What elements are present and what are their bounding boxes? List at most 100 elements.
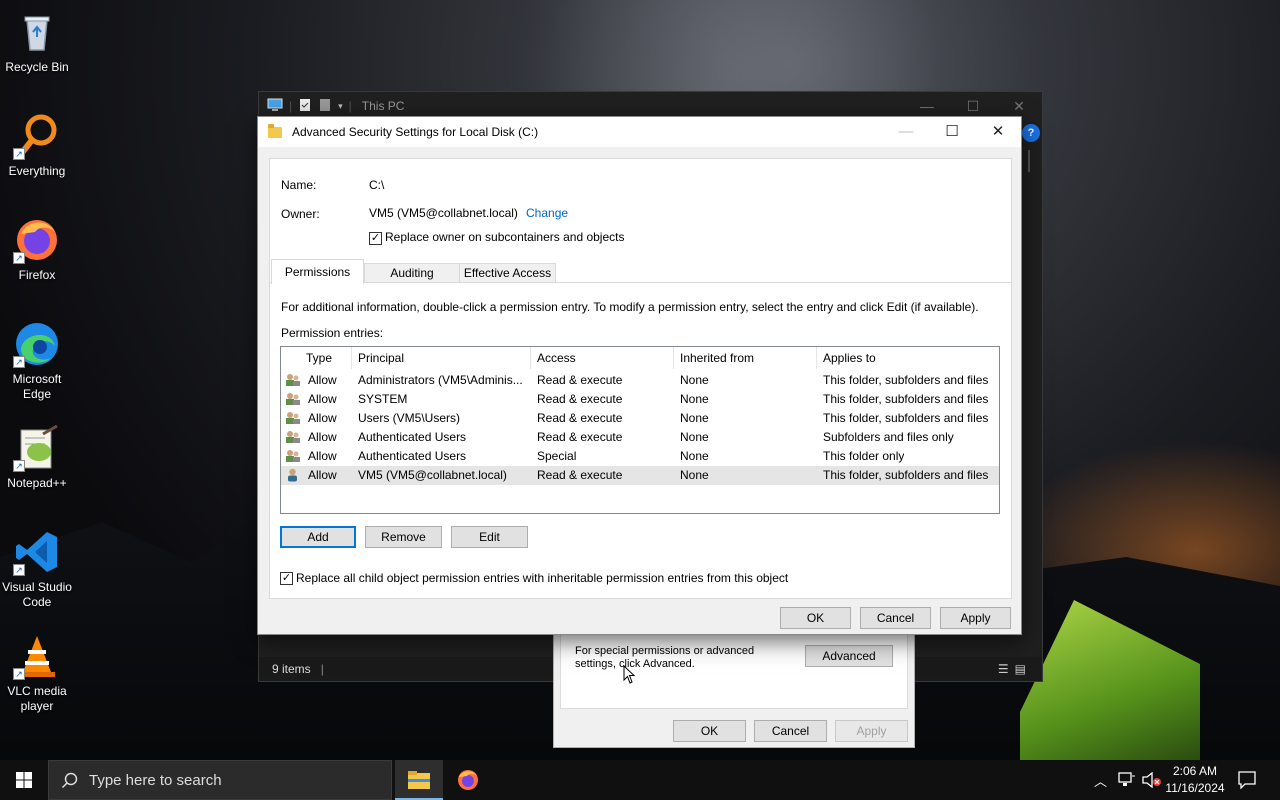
- tab-permissions[interactable]: Permissions: [271, 259, 364, 284]
- replace-child-permissions-checkbox[interactable]: ✓: [280, 572, 293, 585]
- search-placeholder: Type here to search: [89, 772, 222, 789]
- maximize-icon[interactable]: ☐: [950, 98, 996, 115]
- folder-icon: [268, 123, 282, 138]
- file-explorer-icon: [408, 771, 430, 789]
- ok-button[interactable]: OK: [780, 607, 851, 629]
- permission-entries-label: Permission entries:: [281, 326, 384, 340]
- details-view-icon[interactable]: ☰: [998, 662, 1015, 676]
- cancel-button[interactable]: Cancel: [860, 607, 931, 629]
- permission-row-selected[interactable]: Allow VM5 (VM5@collabnet.local) Read & e…: [281, 466, 999, 485]
- desktop-icon-label: Everything: [8, 164, 66, 178]
- single-user-icon: [288, 468, 297, 482]
- entry-access: Special: [537, 449, 577, 463]
- desktop-icon-label: Microsoft Edge: [12, 372, 62, 401]
- close-icon[interactable]: ✕: [996, 98, 1042, 115]
- add-button[interactable]: Add: [280, 526, 356, 548]
- desktop-icon-vlc[interactable]: ↗ VLC media player: [2, 632, 72, 714]
- security-panel: Name: C:\ Owner: VM5 (VM5@collabnet.loca…: [269, 158, 1012, 599]
- properties-cancel-button[interactable]: Cancel: [754, 720, 827, 742]
- firefox-icon: [458, 770, 478, 790]
- tab-effective-access[interactable]: Effective Access: [459, 263, 556, 283]
- properties-apply-button[interactable]: Apply: [835, 720, 908, 742]
- minimize-icon[interactable]: —: [904, 98, 950, 115]
- column-header-principal[interactable]: Principal: [351, 347, 530, 369]
- desktop-icon-vscode[interactable]: ↗ Visual Studio Code: [2, 528, 72, 610]
- vlc-icon: ↗: [13, 632, 61, 680]
- close-icon[interactable]: ✕: [975, 117, 1021, 147]
- permission-entries-list[interactable]: Type Principal Access Inherited from App…: [280, 346, 1000, 514]
- entry-access: Read & execute: [537, 411, 623, 425]
- properties-ok-button[interactable]: OK: [673, 720, 746, 742]
- mouse-cursor-icon: [623, 665, 636, 684]
- replace-owner-checkbox[interactable]: ✓: [369, 232, 382, 245]
- tab-strip: Permissions Auditing Effective Access: [270, 259, 1011, 284]
- permission-row[interactable]: Allow Administrators (VM5\Adminis... Rea…: [281, 371, 999, 390]
- taskbar-file-explorer[interactable]: [395, 760, 443, 800]
- taskbar: Type here to search ︿ 2:06 AM 11/16/2024: [0, 760, 1280, 800]
- column-header-access[interactable]: Access: [530, 347, 673, 369]
- entry-inherited-from: None: [680, 411, 709, 425]
- edit-button[interactable]: Edit: [451, 526, 528, 548]
- advanced-button[interactable]: Advanced: [805, 645, 893, 667]
- change-owner-link[interactable]: Change: [526, 206, 568, 220]
- network-icon[interactable]: [1118, 772, 1136, 788]
- permission-row[interactable]: Allow SYSTEM Read & execute None This fo…: [281, 390, 999, 409]
- entry-inherited-from: None: [680, 430, 709, 444]
- column-header-type[interactable]: Type: [300, 347, 351, 369]
- shortcut-arrow-icon: ↗: [13, 356, 25, 368]
- column-header-inherited-from[interactable]: Inherited from: [673, 347, 816, 369]
- replace-child-permissions-label: Replace all child object permission entr…: [296, 571, 789, 585]
- entry-inherited-from: None: [680, 373, 709, 387]
- volume-muted-icon[interactable]: [1142, 772, 1162, 788]
- desktop-icon-notepadpp[interactable]: ↗ Notepad++: [2, 424, 72, 491]
- apply-button[interactable]: Apply: [940, 607, 1011, 629]
- entry-principal: Administrators (VM5\Adminis...: [358, 373, 523, 387]
- entry-inherited-from: None: [680, 468, 709, 482]
- clock[interactable]: 2:06 AM 11/16/2024: [1160, 763, 1230, 797]
- remove-button[interactable]: Remove: [365, 526, 442, 548]
- show-hidden-icons-chevron-icon[interactable]: ︿: [1094, 771, 1107, 790]
- shortcut-arrow-icon: ↗: [13, 148, 25, 160]
- entry-access: Read & execute: [537, 430, 623, 444]
- desktop-icon-label: Visual Studio Code: [2, 580, 72, 609]
- taskbar-search-box[interactable]: Type here to search: [48, 760, 392, 800]
- new-folder-icon[interactable]: [318, 98, 332, 115]
- start-button[interactable]: [0, 760, 48, 800]
- advanced-note: For special permissions or advanced sett…: [575, 645, 755, 670]
- group-users-icon: [286, 393, 300, 405]
- column-header-applies-to[interactable]: Applies to: [816, 347, 999, 369]
- entry-type: Allow: [308, 449, 337, 463]
- entry-type: Allow: [308, 373, 337, 387]
- help-icon[interactable]: ?: [1022, 124, 1040, 142]
- properties-security-panel: For special permissions or advanced sett…: [560, 635, 908, 709]
- large-icons-view-icon[interactable]: ▤: [1015, 662, 1032, 676]
- this-pc-icon[interactable]: [267, 98, 283, 115]
- tab-auditing[interactable]: Auditing: [364, 263, 460, 283]
- permission-row[interactable]: Allow Users (VM5\Users) Read & execute N…: [281, 409, 999, 428]
- explorer-title: This PC: [361, 99, 405, 113]
- clock-date: 11/16/2024: [1165, 781, 1225, 795]
- entry-type: Allow: [308, 392, 337, 406]
- desktop-icon-everything[interactable]: ↗ Everything: [2, 112, 72, 179]
- notification-center-icon[interactable]: [1238, 771, 1256, 789]
- taskbar-firefox[interactable]: [444, 760, 492, 800]
- entry-access: Read & execute: [537, 392, 623, 406]
- everything-search-icon: ↗: [13, 112, 61, 160]
- entry-principal: Users (VM5\Users): [358, 411, 461, 425]
- vscode-icon: ↗: [13, 528, 61, 576]
- permission-row[interactable]: Allow Authenticated Users Read & execute…: [281, 428, 999, 447]
- entry-principal: Authenticated Users: [358, 430, 467, 444]
- customize-toolbar-chevron-icon[interactable]: ▾: [338, 101, 343, 112]
- maximize-icon[interactable]: ☐: [929, 117, 975, 147]
- properties-icon[interactable]: [298, 98, 312, 115]
- shortcut-arrow-icon: ↗: [13, 460, 25, 472]
- quick-access-toolbar: | ▾ |: [267, 98, 352, 115]
- desktop-icon-firefox[interactable]: ↗ Firefox: [2, 216, 72, 283]
- entry-applies-to: This folder, subfolders and files: [823, 468, 989, 482]
- desktop-icon-recycle-bin[interactable]: Recycle Bin: [2, 8, 72, 75]
- desktop-icon-label: Firefox: [18, 268, 56, 282]
- desktop-icon-edge[interactable]: ↗ Microsoft Edge: [2, 320, 72, 402]
- dialog-titlebar: Advanced Security Settings for Local Dis…: [258, 117, 1021, 147]
- permission-row[interactable]: Allow Authenticated Users Special None T…: [281, 447, 999, 466]
- explorer-scrollbar[interactable]: [1028, 150, 1030, 172]
